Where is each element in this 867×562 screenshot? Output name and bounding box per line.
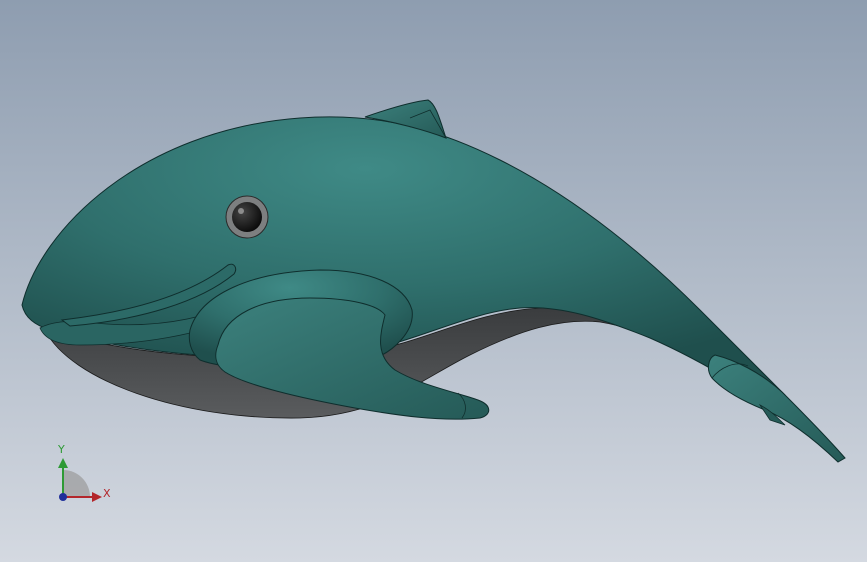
whale-eye <box>232 202 262 232</box>
whale-eye-highlight <box>238 208 244 214</box>
model-canvas[interactable] <box>0 0 867 562</box>
triad-x-label: X <box>103 487 111 500</box>
3d-viewport[interactable]: Y X <box>0 0 867 562</box>
triad-y-label: Y <box>58 443 65 456</box>
z-axis-dot-icon <box>59 493 67 501</box>
